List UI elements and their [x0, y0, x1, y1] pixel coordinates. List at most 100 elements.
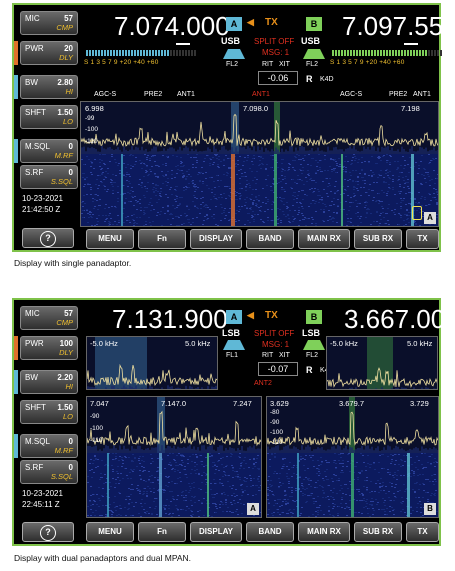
pan-right-freq: 7.198 [401, 104, 420, 113]
fn-button[interactable]: Fn [138, 522, 186, 542]
filter-b-label[interactable]: FL2 [306, 352, 318, 359]
mic-button[interactable]: MIC 57 CMP [20, 11, 78, 35]
ant-center[interactable]: ANT2 [254, 380, 272, 387]
date-text: 10-23-2021 [22, 194, 63, 203]
shft-button[interactable]: SHFT 1.50 LO [20, 105, 78, 129]
mpan-b[interactable]: -5.0 kHz 5.0 kHz [326, 336, 438, 390]
mpan-a[interactable]: -5.0 kHz 5.0 kHz [86, 336, 218, 390]
ant-right[interactable]: ANT1 [413, 91, 431, 98]
vfo-a-badge[interactable]: A [226, 310, 242, 324]
vfo-b-frequency[interactable]: 3.667.000 [344, 304, 455, 338]
fn-button[interactable]: Fn [138, 229, 186, 249]
pan-b-center-freq: 3.679.7 [339, 399, 365, 408]
vfo-b-badge[interactable]: B [306, 17, 322, 31]
bw-value: 2.20 [57, 373, 73, 382]
agc-right[interactable]: AGC-S [340, 91, 362, 98]
rit-offset[interactable]: -0.07 [258, 362, 298, 376]
rit-label[interactable]: RIT [262, 352, 273, 359]
mpan-b-hi: 5.0 kHz [407, 339, 433, 348]
rit-label[interactable]: RIT [262, 61, 273, 68]
filter-b-label[interactable]: FL2 [306, 61, 318, 68]
vfo-b-badge[interactable]: B [306, 310, 322, 324]
mode-b[interactable]: LSB [302, 328, 320, 338]
pan-a-badge: A [424, 212, 436, 224]
sub-rx-button[interactable]: SUB RX [354, 229, 402, 249]
filter-a-icon [223, 340, 245, 350]
vfo-a-frequency[interactable]: 7.074.000 [114, 11, 230, 45]
pan-b-badge: B [424, 503, 436, 515]
split-status[interactable]: SPLIT OFF [254, 37, 294, 46]
msql-label: M.SQL [25, 437, 50, 446]
ant-center[interactable]: ANT1 [252, 91, 270, 98]
menu-button[interactable]: MENU [86, 522, 134, 542]
shft-button[interactable]: SHFT 1.50 LO [20, 400, 78, 424]
srf-button[interactable]: S.RF 0 S.SQL [20, 460, 78, 484]
split-status[interactable]: SPLIT OFF [254, 329, 294, 338]
pre-right[interactable]: PRE2 [389, 91, 407, 98]
msql-button[interactable]: M.SQL 0 M.RF [20, 434, 78, 458]
menu-button[interactable]: MENU [86, 229, 134, 249]
main-rx-button[interactable]: MAIN RX [298, 522, 350, 542]
agc-left[interactable]: AGC-S [94, 91, 116, 98]
mic-value: 57 [64, 14, 73, 23]
band-button[interactable]: BAND [246, 522, 294, 542]
vfo-a-badge[interactable]: A [226, 17, 242, 31]
help-button[interactable]: ? [22, 522, 74, 542]
tx-arrow-icon: ◀ [247, 310, 254, 320]
panadapter-a[interactable]: 7.047 7.147.0 7.247 -90 -100 -110 A [86, 396, 262, 518]
srf-label: S.RF [25, 168, 44, 177]
tx-button[interactable]: TX [406, 229, 439, 249]
hi-label: HI [65, 87, 74, 96]
filter-a-label[interactable]: FL2 [226, 61, 238, 68]
mode-a[interactable]: LSB [222, 328, 240, 338]
msql-label: M.SQL [25, 142, 50, 151]
main-rx-button[interactable]: MAIN RX [298, 229, 350, 249]
radio-display-single-pan: MIC 57 CMP PWR 20 DLY BW 2.80 HI SHFT 1.… [12, 3, 455, 252]
ant-left[interactable]: ANT1 [177, 91, 195, 98]
panadapter-b[interactable]: 3.629 3.679.7 3.729 -80 -90 -100 -110 B [266, 396, 439, 518]
pwr-marker [14, 336, 18, 360]
pwr-value: 20 [64, 44, 73, 53]
rit-offset[interactable]: -0.06 [258, 71, 298, 85]
radio-display-dual-pan: MIC 57 CMP PWR 100 DLY BW 2.20 HI SHFT 1… [12, 298, 455, 546]
shft-value: 1.50 [57, 108, 73, 117]
ssql-label: S.SQL [50, 472, 73, 481]
panadapter[interactable]: 6.998 7.098.0 7.198 -99 -100 -110 A [80, 101, 439, 227]
mic-button[interactable]: MIC 57 CMP [20, 306, 78, 330]
display-button[interactable]: DISPLAY [190, 522, 242, 542]
lo-label: LO [62, 117, 73, 126]
db-label: -90 [270, 419, 280, 426]
mpan-b-lo: -5.0 kHz [330, 339, 358, 348]
vfo-b-frequency[interactable]: 7.097.550 [342, 11, 455, 45]
xit-label[interactable]: XIT [279, 352, 290, 359]
sub-rx-button[interactable]: SUB RX [354, 522, 402, 542]
msql-button[interactable]: M.SQL 0 M.RF [20, 139, 78, 163]
bw-marker [14, 75, 18, 99]
dly-label: DLY [59, 53, 73, 62]
time-text: 21:42:50 Z [22, 205, 61, 214]
vfo-b-frequency-text: 7.097.550 [342, 11, 455, 41]
xit-label[interactable]: XIT [279, 61, 290, 68]
msg-status[interactable]: MSG: 1 [262, 340, 289, 349]
time-text: 22:45:11 Z [22, 500, 60, 509]
filter-a-label[interactable]: FL1 [226, 352, 238, 359]
s-meter-b [332, 50, 442, 56]
bw-button[interactable]: BW 2.80 HI [20, 75, 78, 99]
help-button[interactable]: ? [22, 228, 74, 248]
bw-button[interactable]: BW 2.20 HI [20, 370, 78, 394]
display-button[interactable]: DISPLAY [190, 229, 242, 249]
pan-b-left-freq: 3.629 [270, 399, 289, 408]
waterfall-a [87, 453, 261, 517]
band-button[interactable]: BAND [246, 229, 294, 249]
tx-button[interactable]: TX [406, 522, 439, 542]
pwr-button[interactable]: PWR 20 DLY [20, 41, 78, 65]
pwr-button[interactable]: PWR 100 DLY [20, 336, 78, 360]
pre-left[interactable]: PRE2 [144, 91, 162, 98]
vfo-a-frequency[interactable]: 7.131.900 [112, 304, 228, 338]
mode-a[interactable]: USB [221, 36, 240, 46]
caption-dual-pan: Display with dual panadaptors and dual M… [14, 553, 192, 563]
mode-b[interactable]: USB [301, 36, 320, 46]
srf-button[interactable]: S.RF 0 S.SQL [20, 165, 78, 189]
msg-status[interactable]: MSG: 1 [262, 48, 289, 57]
hi-label: HI [65, 382, 74, 391]
